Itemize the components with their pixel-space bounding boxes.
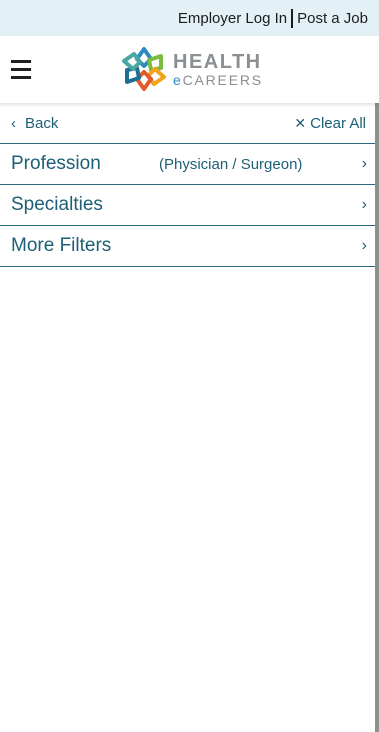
back-button[interactable]: ‹ Back [11, 115, 58, 132]
logo-health: HEALTH [173, 50, 262, 73]
filter-row-profession[interactable]: Profession (Physician / Surgeon) › [0, 144, 375, 185]
employer-login-link[interactable]: Employer Log In [178, 10, 287, 27]
site-header: HEALTH eCAREERS [0, 36, 379, 103]
chevron-left-icon: ‹ [11, 114, 16, 132]
logo-text: HEALTH eCAREERS [173, 52, 263, 87]
filter-nav: ‹ Back ✕ Clear All [0, 103, 375, 144]
filter-row-specialties[interactable]: Specialties › [0, 185, 375, 226]
chevron-right-icon: › [361, 155, 367, 172]
divider [291, 8, 294, 28]
logo[interactable]: HEALTH eCAREERS [121, 46, 263, 92]
chevron-right-icon: › [361, 196, 367, 213]
post-job-link[interactable]: Post a Job [297, 10, 368, 27]
utility-bar: Employer Log In Post a Job [0, 0, 379, 36]
filter-panel: ‹ Back ✕ Clear All Profession (Physician… [0, 103, 375, 732]
chevron-right-icon: › [361, 237, 367, 254]
panel-edge [375, 103, 379, 732]
filter-label: More Filters [11, 235, 112, 256]
back-label: Back [25, 114, 59, 132]
filter-value: (Physician / Surgeon) [159, 155, 303, 173]
clear-all-button[interactable]: ✕ Clear All [294, 115, 366, 132]
logo-ecareers: eCAREERS [173, 71, 263, 88]
filter-label: Profession [11, 153, 101, 174]
hamburger-icon[interactable] [11, 60, 31, 79]
logo-mark-icon [122, 47, 166, 91]
filter-row-more-filters[interactable]: More Filters › [0, 226, 375, 267]
close-icon: ✕ [294, 114, 307, 131]
clear-all-label: Clear All [310, 114, 366, 132]
filter-label: Specialties [11, 194, 103, 215]
